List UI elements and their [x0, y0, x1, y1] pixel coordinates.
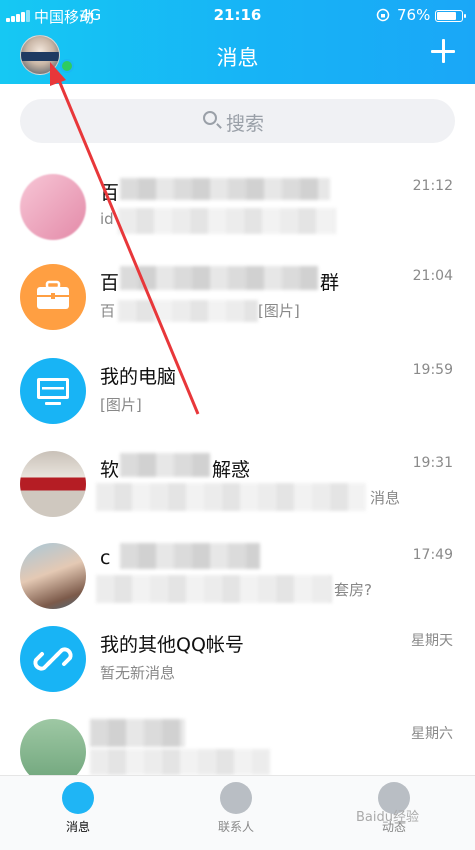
- account-avatar: [20, 626, 86, 692]
- conversation-item[interactable]: 百 id 21:12: [0, 160, 475, 257]
- rotation-lock-icon: [376, 8, 390, 22]
- blurred-text: [118, 208, 336, 234]
- message-tab-icon: [62, 782, 94, 814]
- conversation-name-suffix: 群: [320, 272, 340, 294]
- blurred-text: [120, 178, 330, 200]
- tab-contacts[interactable]: 联系人: [191, 782, 281, 835]
- conversation-name-suffix: 解惑: [212, 459, 251, 481]
- add-icon[interactable]: [430, 38, 456, 64]
- blurred-text: [118, 300, 258, 322]
- conversation-time: 19:59: [412, 362, 453, 378]
- conversation-item[interactable]: 我的其他QQ帐号 暂无新消息 星期天: [0, 612, 475, 709]
- blurred-text: [120, 266, 318, 290]
- conversation-item[interactable]: 我的电脑 [图片] 19:59: [0, 344, 475, 441]
- contact-avatar: [20, 451, 86, 517]
- watermark: Baidu经验: [356, 810, 419, 825]
- blurred-text: [120, 543, 260, 569]
- conversation-item[interactable]: 软 解惑 消息 19:31: [0, 437, 475, 534]
- conversation-time: 星期六: [411, 726, 453, 742]
- conversation-name: 软: [100, 459, 120, 481]
- contact-avatar: [20, 174, 86, 240]
- blurred-text: [96, 575, 332, 603]
- conversation-name: c: [100, 547, 111, 569]
- search-bar[interactable]: 搜索: [20, 99, 455, 143]
- computer-icon: [37, 378, 69, 405]
- blurred-text: [120, 453, 210, 477]
- battery-percent: 76%: [397, 6, 431, 24]
- tab-label: 联系人: [217, 820, 254, 834]
- conversation-name: 我的电脑: [100, 366, 177, 388]
- contacts-tab-icon: [220, 782, 252, 814]
- search-placeholder: 搜索: [226, 113, 265, 135]
- tab-messages[interactable]: 消息: [33, 782, 123, 835]
- status-bar: 中国移动 4G 21:16 76%: [0, 0, 475, 30]
- conversation-time: 星期天: [411, 633, 453, 649]
- link-icon: [33, 647, 73, 671]
- battery-icon: [435, 10, 466, 22]
- page-title: 消息: [216, 46, 259, 70]
- conversation-time: 21:12: [412, 178, 453, 194]
- conversation-message: 暂无新消息: [100, 664, 176, 682]
- tab-label: 消息: [65, 820, 90, 834]
- conversation-message: 百: [100, 302, 116, 320]
- conversation-item[interactable]: 百 群 百 [图片] 21:04: [0, 250, 475, 347]
- conversation-message: id: [100, 210, 114, 228]
- blurred-text: [96, 483, 366, 511]
- search-icon: [203, 111, 217, 125]
- blurred-text: [90, 719, 185, 747]
- conversation-message: [图片]: [100, 396, 142, 414]
- blurred-text: [90, 749, 270, 775]
- conversation-message-suffix: 消息: [370, 489, 401, 507]
- group-avatar: [20, 264, 86, 330]
- device-avatar: [20, 358, 86, 424]
- briefcase-icon: [37, 280, 69, 309]
- conversation-name: 我的其他QQ帐号: [100, 634, 244, 656]
- conversation-time: 21:04: [412, 268, 453, 284]
- conversation-time: 19:31: [412, 455, 453, 471]
- header-bar: 中国移动 4G 21:16 76% 消息: [0, 0, 475, 84]
- conversation-message-suffix: [图片]: [258, 302, 300, 320]
- conversation-message-suffix: 套房?: [334, 581, 372, 599]
- conversation-time: 17:49: [412, 547, 453, 563]
- conversation-name: 百: [100, 272, 120, 294]
- conversation-name: 百: [100, 182, 120, 204]
- contact-avatar: [20, 543, 86, 609]
